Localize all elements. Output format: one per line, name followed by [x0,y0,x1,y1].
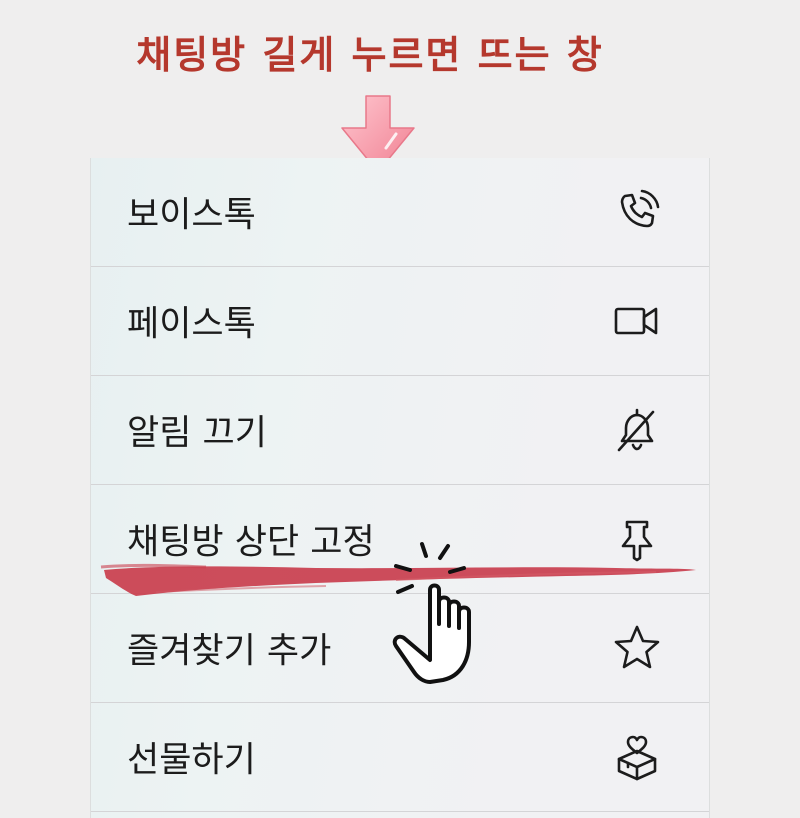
menu-item-label: 선물하기 [127,740,256,781]
menu-item-mute-notifications[interactable]: 알림 끄기 [91,376,709,485]
phone-icon [611,186,663,238]
menu-item-label: 페이스톡 [127,304,256,345]
menu-item-face-talk[interactable]: 페이스톡 [91,267,709,376]
caption-title: 채팅방 길게 누르면 뜨는 창 [136,33,604,77]
context-menu: 보이스톡 페이스톡 알림 끄기 채팅방 상단 고정 즐겨찾기 추가 선물하기 [90,158,710,818]
bell-off-icon [611,404,663,456]
menu-item-label: 보이스톡 [127,195,256,236]
menu-item-label: 알림 끄기 [127,413,267,454]
video-camera-icon [611,295,663,347]
gift-box-icon [611,731,663,783]
menu-item-voice-talk[interactable]: 보이스톡 [91,158,709,267]
star-icon [611,622,663,674]
hand-pointer-icon [386,536,526,692]
menu-item-label: 즐겨찾기 추가 [127,631,332,672]
menu-item-send-gift[interactable]: 선물하기 [91,703,709,812]
